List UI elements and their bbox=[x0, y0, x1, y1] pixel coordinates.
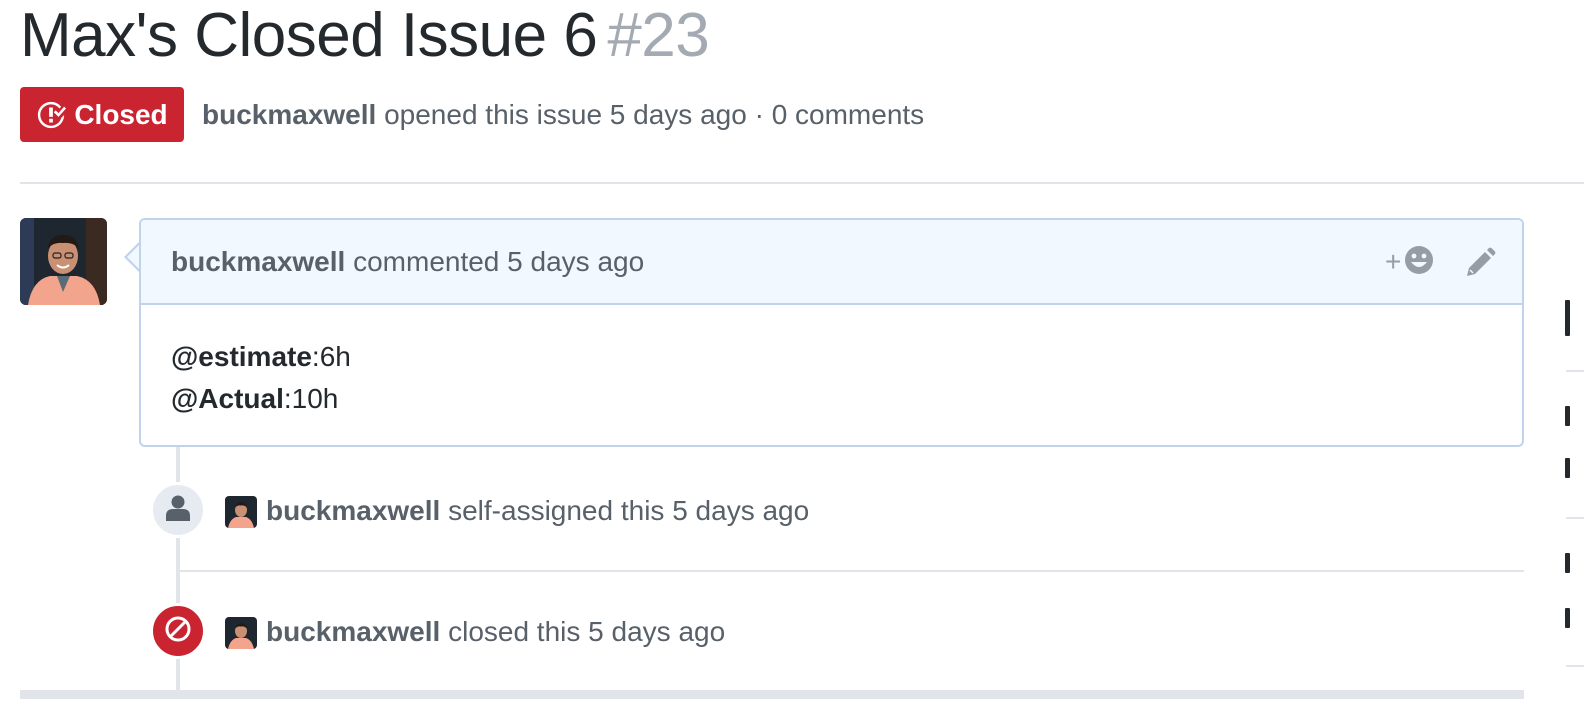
comment-header-text: buckmaxwell commented 5 days ago bbox=[171, 240, 644, 284]
sidebar-divider bbox=[1566, 517, 1584, 519]
sidebar-divider bbox=[1566, 665, 1584, 667]
timeline-bottom-bar bbox=[20, 690, 1524, 699]
sidebar-divider bbox=[1566, 370, 1584, 372]
issue-author-link[interactable]: buckmaxwell bbox=[202, 99, 376, 130]
timeline-divider bbox=[180, 570, 1524, 572]
closed-event-action: closed this 5 days ago bbox=[448, 616, 726, 647]
add-reaction-button[interactable]: + bbox=[1385, 244, 1441, 280]
issue-header-meta: buckmaxwell opened this issue 5 days ago… bbox=[202, 92, 924, 138]
mention-estimate[interactable]: @estimate bbox=[171, 341, 312, 372]
mention-actual[interactable]: @Actual bbox=[171, 383, 284, 414]
comment-author-link[interactable]: buckmaxwell bbox=[171, 246, 345, 277]
comment-line-estimate: @estimate:6h bbox=[171, 336, 351, 378]
smiley-icon bbox=[1403, 244, 1435, 281]
comment-box: buckmaxwell commented 5 days ago + @esti… bbox=[139, 218, 1524, 447]
sidebar-fragment bbox=[1565, 300, 1570, 336]
comment-author-avatar[interactable] bbox=[20, 218, 107, 305]
edit-comment-button[interactable] bbox=[1463, 246, 1497, 280]
sidebar-fragment bbox=[1565, 553, 1570, 573]
meta-separator: · bbox=[754, 99, 764, 130]
closed-event-badge bbox=[150, 603, 206, 659]
issue-closed-icon bbox=[36, 100, 67, 130]
estimate-value: :6h bbox=[311, 341, 351, 372]
assigned-event-avatar[interactable] bbox=[225, 496, 257, 528]
pencil-icon bbox=[1463, 247, 1497, 284]
closed-event-text: buckmaxwell closed this 5 days ago bbox=[266, 610, 725, 654]
assigned-event-badge bbox=[150, 482, 206, 538]
comment-action-text: commented 5 days ago bbox=[353, 246, 645, 277]
sidebar-fragment bbox=[1565, 406, 1570, 426]
header-divider bbox=[20, 182, 1584, 184]
state-badge-label: Closed bbox=[74, 98, 168, 130]
issue-number: #23 bbox=[607, 1, 710, 70]
closed-event-author-link[interactable]: buckmaxwell bbox=[266, 616, 440, 647]
person-icon bbox=[165, 494, 191, 527]
issue-title-text: Max's Closed Issue 6 bbox=[20, 1, 598, 70]
issue-title: Max's Closed Issue 6 #23 bbox=[20, 0, 710, 72]
assigned-event-text: buckmaxwell self-assigned this 5 days ag… bbox=[266, 489, 809, 533]
issue-opened-text: opened this issue 5 days ago bbox=[384, 99, 747, 130]
sidebar-fragment bbox=[1565, 458, 1570, 478]
actual-value: :10h bbox=[283, 383, 339, 414]
plus-icon: + bbox=[1385, 246, 1402, 277]
state-badge-closed: Closed bbox=[20, 87, 184, 142]
closed-event-avatar[interactable] bbox=[225, 617, 257, 649]
comments-count: 0 comments bbox=[771, 99, 925, 130]
assigned-event-action: self-assigned this 5 days ago bbox=[448, 495, 810, 526]
sidebar-fragment bbox=[1565, 608, 1570, 628]
circle-slash-icon bbox=[164, 615, 192, 648]
comment-header: buckmaxwell commented 5 days ago + bbox=[141, 220, 1522, 305]
comment-body: @estimate:6h @Actual:10h bbox=[171, 336, 351, 420]
assigned-event-author-link[interactable]: buckmaxwell bbox=[266, 495, 440, 526]
comment-line-actual: @Actual:10h bbox=[171, 378, 351, 420]
